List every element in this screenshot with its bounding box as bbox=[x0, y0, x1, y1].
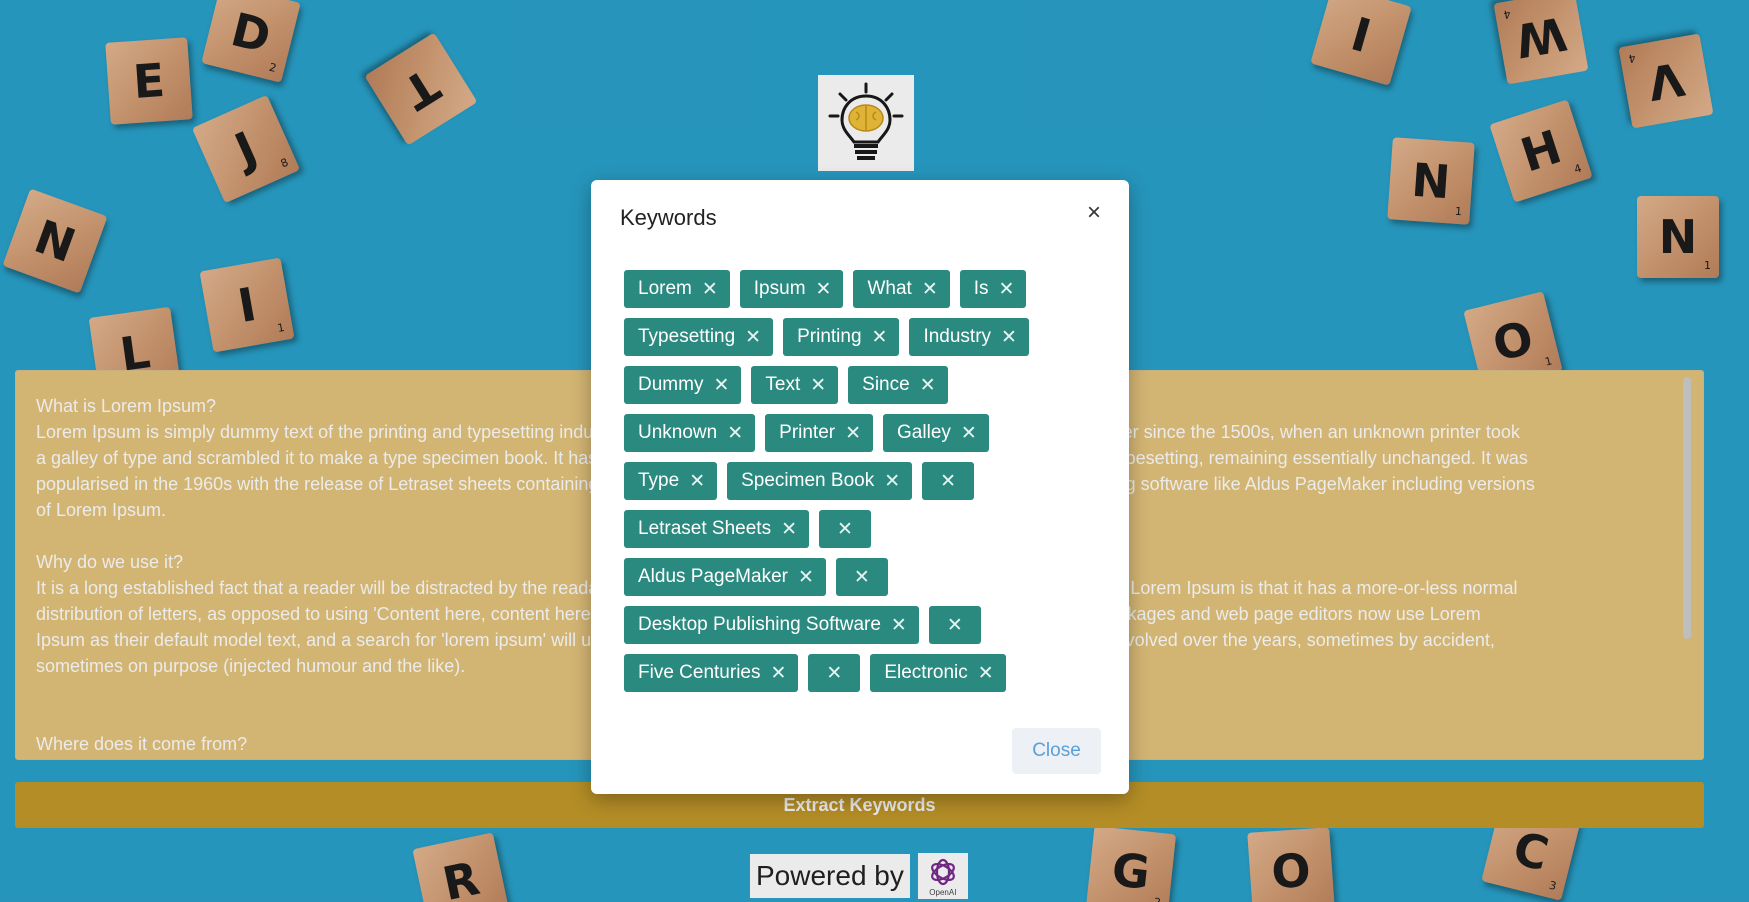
remove-icon[interactable]: ✕ bbox=[826, 662, 842, 685]
keyword-chip[interactable]: Printer ✕ bbox=[765, 414, 874, 452]
keyword-chip[interactable]: Unknown ✕ bbox=[624, 414, 756, 452]
remove-icon[interactable]: ✕ bbox=[891, 614, 907, 637]
remove-icon[interactable]: ✕ bbox=[872, 326, 888, 349]
remove-icon[interactable]: ✕ bbox=[961, 422, 977, 445]
keywords-modal: Keywords × Lorem ✕ Ipsum ✕ What ✕ Is ✕ Types… bbox=[591, 180, 1129, 794]
close-icon[interactable]: × bbox=[1081, 199, 1107, 226]
chip-row: Five Centuries ✕ ✕ Electronic ✕ bbox=[624, 654, 1094, 692]
app-stage: D2 E T J8 N I1 L1 I W4 V4 H4 N1 N1 O1 G2… bbox=[0, 0, 1749, 902]
chip-row: Typesetting ✕ Printing ✕ Industry ✕ bbox=[624, 318, 1094, 356]
keyword-chip[interactable]: Dummy ✕ bbox=[624, 366, 742, 404]
keyword-chip[interactable]: Letraset Sheets ✕ bbox=[624, 510, 810, 548]
keyword-chip[interactable]: Ipsum ✕ bbox=[739, 270, 844, 308]
remove-icon[interactable]: ✕ bbox=[999, 278, 1015, 301]
remove-icon[interactable]: ✕ bbox=[922, 278, 938, 301]
keyword-chip[interactable]: Electronic ✕ bbox=[870, 654, 1006, 692]
chip-row: Type ✕ Specimen Book ✕ ✕ bbox=[624, 462, 1094, 500]
remove-icon[interactable]: ✕ bbox=[816, 278, 832, 301]
remove-icon[interactable]: ✕ bbox=[771, 662, 787, 685]
keyword-chip[interactable]: Specimen Book ✕ bbox=[727, 462, 913, 500]
close-button[interactable]: Close bbox=[1012, 728, 1101, 774]
remove-icon[interactable]: ✕ bbox=[978, 662, 994, 685]
keyword-chip-empty[interactable]: ✕ bbox=[928, 606, 981, 644]
remove-icon[interactable]: ✕ bbox=[781, 518, 797, 541]
keyword-chip[interactable]: Aldus PageMaker ✕ bbox=[624, 558, 826, 596]
remove-icon[interactable]: ✕ bbox=[920, 374, 936, 397]
keyword-chip[interactable]: Since ✕ bbox=[848, 366, 948, 404]
remove-icon[interactable]: ✕ bbox=[1001, 326, 1017, 349]
keyword-chip-empty[interactable]: ✕ bbox=[808, 654, 861, 692]
remove-icon[interactable]: ✕ bbox=[713, 374, 729, 397]
remove-icon[interactable]: ✕ bbox=[845, 422, 861, 445]
keyword-chip[interactable]: Industry ✕ bbox=[909, 318, 1029, 356]
keyword-chip[interactable]: Printing ✕ bbox=[783, 318, 900, 356]
keyword-chip[interactable]: Is ✕ bbox=[959, 270, 1027, 308]
keyword-chip[interactable]: What ✕ bbox=[853, 270, 950, 308]
keyword-chip-empty[interactable]: ✕ bbox=[922, 462, 975, 500]
chip-row: Unknown ✕ Printer ✕ Galley ✕ bbox=[624, 414, 1094, 452]
keyword-chip[interactable]: Desktop Publishing Software ✕ bbox=[624, 606, 919, 644]
keyword-chip[interactable]: Typesetting ✕ bbox=[624, 318, 774, 356]
remove-icon[interactable]: ✕ bbox=[947, 614, 963, 637]
remove-icon[interactable]: ✕ bbox=[745, 326, 761, 349]
keyword-chip[interactable]: Lorem ✕ bbox=[624, 270, 730, 308]
remove-icon[interactable]: ✕ bbox=[837, 518, 853, 541]
remove-icon[interactable]: ✕ bbox=[798, 566, 814, 589]
keyword-chip[interactable]: Text ✕ bbox=[751, 366, 839, 404]
keyword-chip-empty[interactable]: ✕ bbox=[819, 510, 871, 548]
chip-row: Dummy ✕ Text ✕ Since ✕ bbox=[624, 366, 1094, 404]
keyword-chip[interactable]: Five Centuries ✕ bbox=[624, 654, 799, 692]
keyword-chip[interactable]: Galley ✕ bbox=[883, 414, 989, 452]
remove-icon[interactable]: ✕ bbox=[854, 566, 870, 589]
remove-icon[interactable]: ✕ bbox=[810, 374, 826, 397]
keyword-chip[interactable]: Type ✕ bbox=[624, 462, 718, 500]
remove-icon[interactable]: ✕ bbox=[940, 470, 956, 493]
keyword-chip-list: Lorem ✕ Ipsum ✕ What ✕ Is ✕ Typesetting ✕ Pri… bbox=[624, 270, 1094, 702]
remove-icon[interactable]: ✕ bbox=[727, 422, 743, 445]
remove-icon[interactable]: ✕ bbox=[884, 470, 900, 493]
chip-row: Desktop Publishing Software ✕ ✕ bbox=[624, 606, 1094, 644]
modal-title: Keywords bbox=[620, 205, 717, 230]
chip-row: Lorem ✕ Ipsum ✕ What ✕ Is ✕ bbox=[624, 270, 1094, 308]
remove-icon[interactable]: ✕ bbox=[702, 278, 718, 301]
remove-icon[interactable]: ✕ bbox=[689, 470, 705, 493]
keyword-chip-empty[interactable]: ✕ bbox=[835, 558, 888, 596]
chip-row: Letraset Sheets ✕ ✕ bbox=[624, 510, 1094, 548]
chip-row: Aldus PageMaker ✕ ✕ bbox=[624, 558, 1094, 596]
